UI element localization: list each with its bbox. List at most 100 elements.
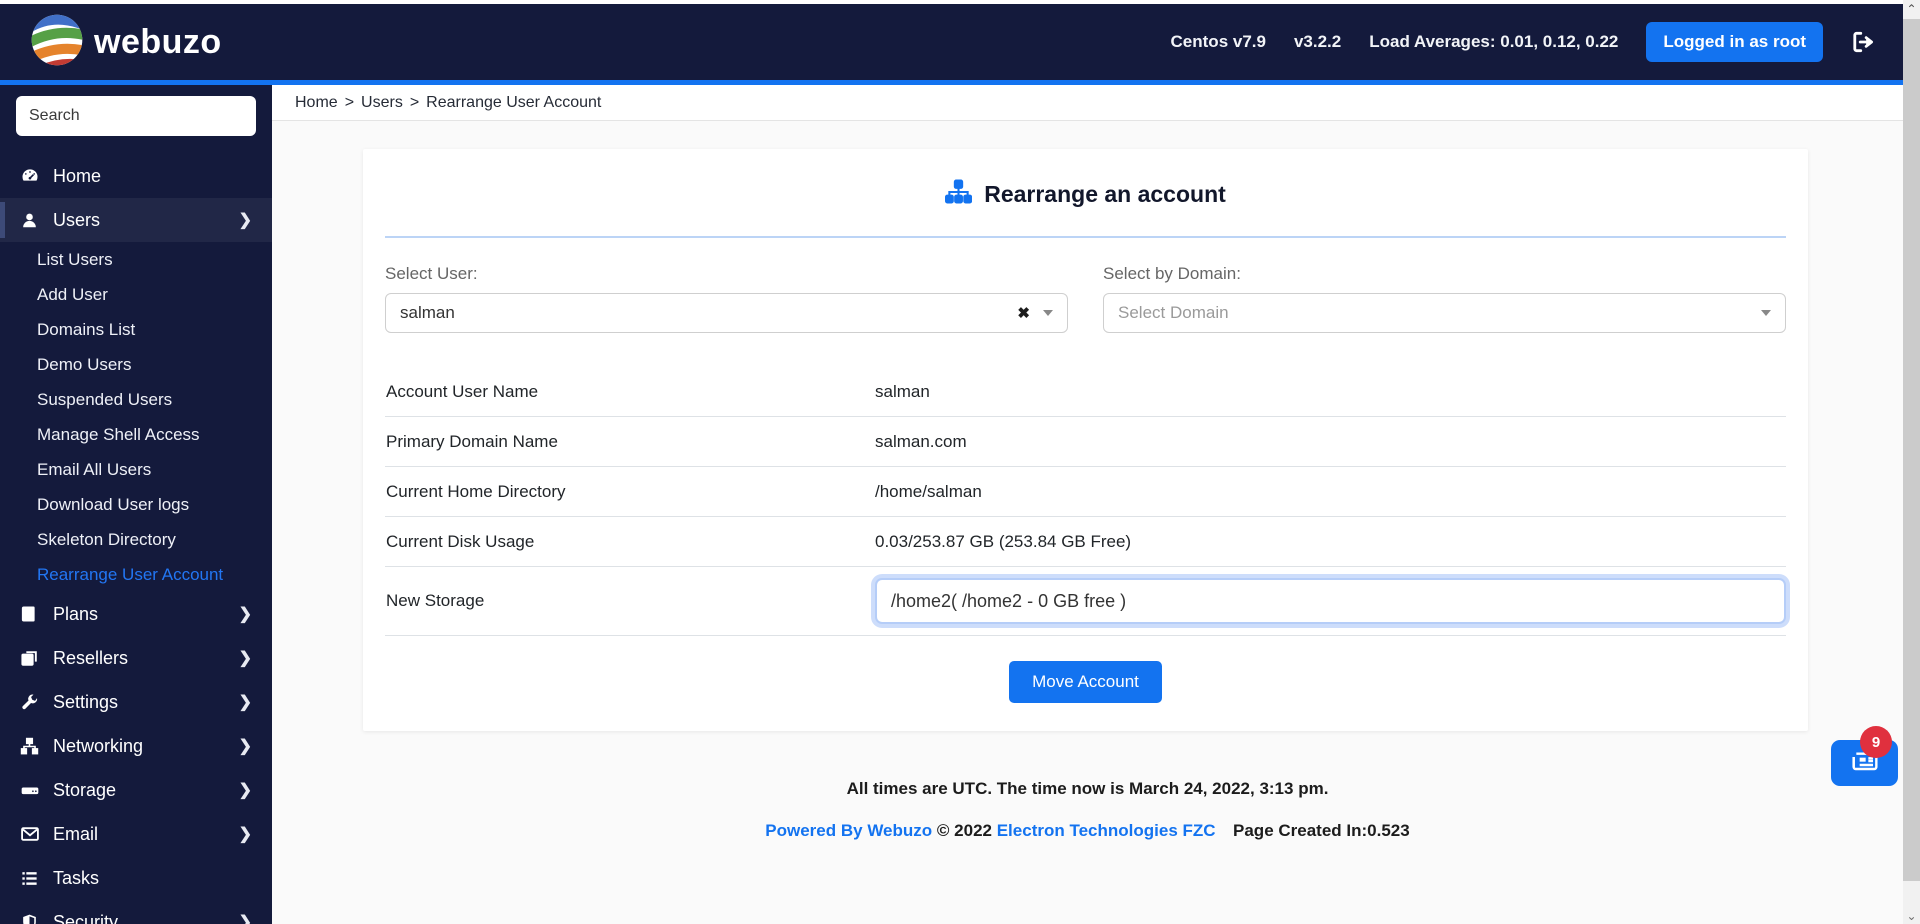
row-label: Account User Name bbox=[386, 381, 539, 401]
table-row: Account User Name salman bbox=[385, 367, 1786, 417]
chevron-down-icon bbox=[1043, 310, 1053, 316]
footer: All times are UTC. The time now is March… bbox=[272, 779, 1903, 841]
powered-by-webuzo-link[interactable]: Powered By Webuzo bbox=[765, 821, 932, 840]
sidebar-subitem-demo-users[interactable]: Demo Users bbox=[0, 347, 272, 382]
scrollbar-thumb[interactable] bbox=[1903, 19, 1920, 881]
select-user-label: Select User: bbox=[385, 264, 478, 283]
sidebar-item-email[interactable]: Email ❯ bbox=[0, 812, 272, 856]
new-storage-select[interactable]: /home2( /home2 - 0 GB free ) bbox=[875, 578, 1786, 624]
select-user-value: salman bbox=[400, 303, 455, 322]
title-divider bbox=[385, 236, 1786, 238]
move-account-button[interactable]: Move Account bbox=[1009, 661, 1162, 703]
logout-icon[interactable] bbox=[1851, 29, 1877, 55]
book-icon bbox=[20, 605, 40, 623]
hard-drive-icon bbox=[20, 780, 40, 800]
breadcrumb-users[interactable]: Users bbox=[361, 94, 403, 112]
logged-in-as-root-button[interactable]: Logged in as root bbox=[1646, 22, 1823, 62]
sidebar-item-resellers[interactable]: Resellers ❯ bbox=[0, 636, 272, 680]
breadcrumb-separator: > bbox=[409, 93, 420, 111]
breadcrumb-home[interactable]: Home bbox=[295, 94, 338, 112]
dashboard-gauge-icon bbox=[20, 166, 40, 186]
row-label: Current Disk Usage bbox=[386, 531, 535, 551]
new-storage-value: /home2( /home2 - 0 GB free ) bbox=[891, 590, 1127, 611]
search-input[interactable] bbox=[16, 96, 256, 136]
clear-selection-icon[interactable]: ✖ bbox=[1017, 304, 1030, 322]
sidebar-subitem-rearrange-user-account[interactable]: Rearrange User Account bbox=[0, 557, 272, 592]
chevron-right-icon: ❯ bbox=[238, 738, 252, 755]
wrench-icon bbox=[20, 693, 40, 712]
sidebar-item-storage[interactable]: Storage ❯ bbox=[0, 768, 272, 812]
shield-icon bbox=[20, 913, 40, 924]
electron-technologies-link[interactable]: Electron Technologies FZC bbox=[997, 821, 1216, 840]
sidebar-subitem-download-user-logs[interactable]: Download User logs bbox=[0, 487, 272, 522]
chevron-right-icon: ❯ bbox=[238, 826, 252, 843]
sitemap-icon bbox=[945, 179, 973, 210]
sidebar-item-label: Security bbox=[53, 911, 119, 924]
chevron-right-icon: ❯ bbox=[238, 606, 252, 623]
scroll-down-arrow-icon[interactable]: ⌄ bbox=[1903, 907, 1920, 924]
copyright-text: © 2022 bbox=[936, 821, 992, 840]
credits-line: Powered By Webuzo © 2022 Electron Techno… bbox=[272, 821, 1903, 841]
breadcrumb-separator: > bbox=[344, 93, 355, 111]
sidebar-item-tasks[interactable]: Tasks bbox=[0, 856, 272, 900]
sidebar-item-users[interactable]: Users ❯ bbox=[0, 198, 272, 242]
row-value: 0.03/253.87 GB (253.84 GB Free) bbox=[875, 531, 1132, 551]
sidebar-item-label: Resellers bbox=[53, 647, 129, 668]
sidebar-item-home[interactable]: Home bbox=[0, 154, 272, 198]
page-title-text: Rearrange an account bbox=[984, 181, 1226, 207]
table-row: Current Disk Usage 0.03/253.87 GB (253.8… bbox=[385, 517, 1786, 567]
sidebar-subitem-list-users[interactable]: List Users bbox=[0, 242, 272, 277]
sidebar-subitem-domains-list[interactable]: Domains List bbox=[0, 312, 272, 347]
chevron-right-icon: ❯ bbox=[238, 694, 252, 711]
sidebar-item-label: Users bbox=[53, 209, 101, 230]
select-domain-placeholder: Select Domain bbox=[1118, 303, 1229, 322]
row-label: Primary Domain Name bbox=[386, 431, 558, 451]
sidebar-subitem-add-user[interactable]: Add User bbox=[0, 277, 272, 312]
sidebar-item-label: Email bbox=[53, 823, 99, 844]
user-icon bbox=[20, 211, 40, 230]
sidebar-subitem-skeleton-directory[interactable]: Skeleton Directory bbox=[0, 522, 272, 557]
task-list-icon bbox=[20, 869, 40, 888]
chevron-right-icon: ❯ bbox=[238, 212, 252, 229]
breadcrumb-current-page: Rearrange User Account bbox=[426, 93, 602, 111]
account-details-table: Account User Name salman Primary Domain … bbox=[385, 367, 1786, 636]
sidebar-subitem-email-all-users[interactable]: Email All Users bbox=[0, 452, 272, 487]
row-label: Current Home Directory bbox=[386, 481, 566, 501]
select-domain-dropdown[interactable]: Select Domain bbox=[1103, 293, 1786, 333]
panel-version: v3.2.2 bbox=[1293, 32, 1342, 51]
webuzo-logo[interactable]: webuzo bbox=[30, 13, 222, 72]
vertical-scrollbar[interactable]: ⌃ ⌄ bbox=[1903, 0, 1920, 924]
scroll-up-arrow-icon[interactable]: ⌃ bbox=[1903, 0, 1920, 17]
sidebar-subitem-suspended-users[interactable]: Suspended Users bbox=[0, 382, 272, 417]
sidebar-item-security[interactable]: Security ❯ bbox=[0, 900, 272, 924]
select-user-dropdown[interactable]: salman ✖ bbox=[385, 293, 1068, 333]
sidebar-item-label: Plans bbox=[53, 603, 99, 624]
page-created-time: Page Created In:0.523 bbox=[1233, 821, 1410, 840]
sitemap-network-icon bbox=[20, 737, 40, 756]
chevron-right-icon: ❯ bbox=[238, 650, 252, 667]
users-submenu: List Users Add User Domains List Demo Us… bbox=[0, 242, 272, 592]
sidebar-item-label: Home bbox=[53, 165, 102, 186]
sidebar-item-networking[interactable]: Networking ❯ bbox=[0, 724, 272, 768]
brand-name: webuzo bbox=[94, 22, 222, 61]
utc-time-note: All times are UTC. The time now is March… bbox=[846, 779, 1329, 798]
sidebar-item-label: Tasks bbox=[53, 867, 100, 888]
sidebar-item-label: Storage bbox=[53, 779, 117, 800]
envelope-icon bbox=[20, 824, 40, 844]
table-row: Current Home Directory /home/salman bbox=[385, 467, 1786, 517]
row-value: /home/salman bbox=[875, 481, 982, 501]
chevron-right-icon: ❯ bbox=[238, 914, 252, 924]
select-domain-label: Select by Domain: bbox=[1103, 264, 1241, 283]
layers-copy-icon bbox=[20, 649, 40, 668]
table-row-new-storage: New Storage /home2( /home2 - 0 GB free ) bbox=[385, 567, 1786, 636]
news-notification-badge[interactable]: 9 bbox=[1860, 726, 1892, 758]
new-storage-label: New Storage bbox=[386, 591, 485, 610]
os-version: Centos v7.9 bbox=[1170, 32, 1266, 51]
sidebar-item-label: Settings bbox=[53, 691, 119, 712]
sidebar-subitem-manage-shell-access[interactable]: Manage Shell Access bbox=[0, 417, 272, 452]
sidebar-item-settings[interactable]: Settings ❯ bbox=[0, 680, 272, 724]
top-bar: webuzo Centos v7.9 v3.2.2 Load Averages:… bbox=[0, 4, 1903, 80]
sidebar-item-label: Networking bbox=[53, 735, 144, 756]
sidebar-item-plans[interactable]: Plans ❯ bbox=[0, 592, 272, 636]
row-value: salman.com bbox=[875, 431, 967, 451]
